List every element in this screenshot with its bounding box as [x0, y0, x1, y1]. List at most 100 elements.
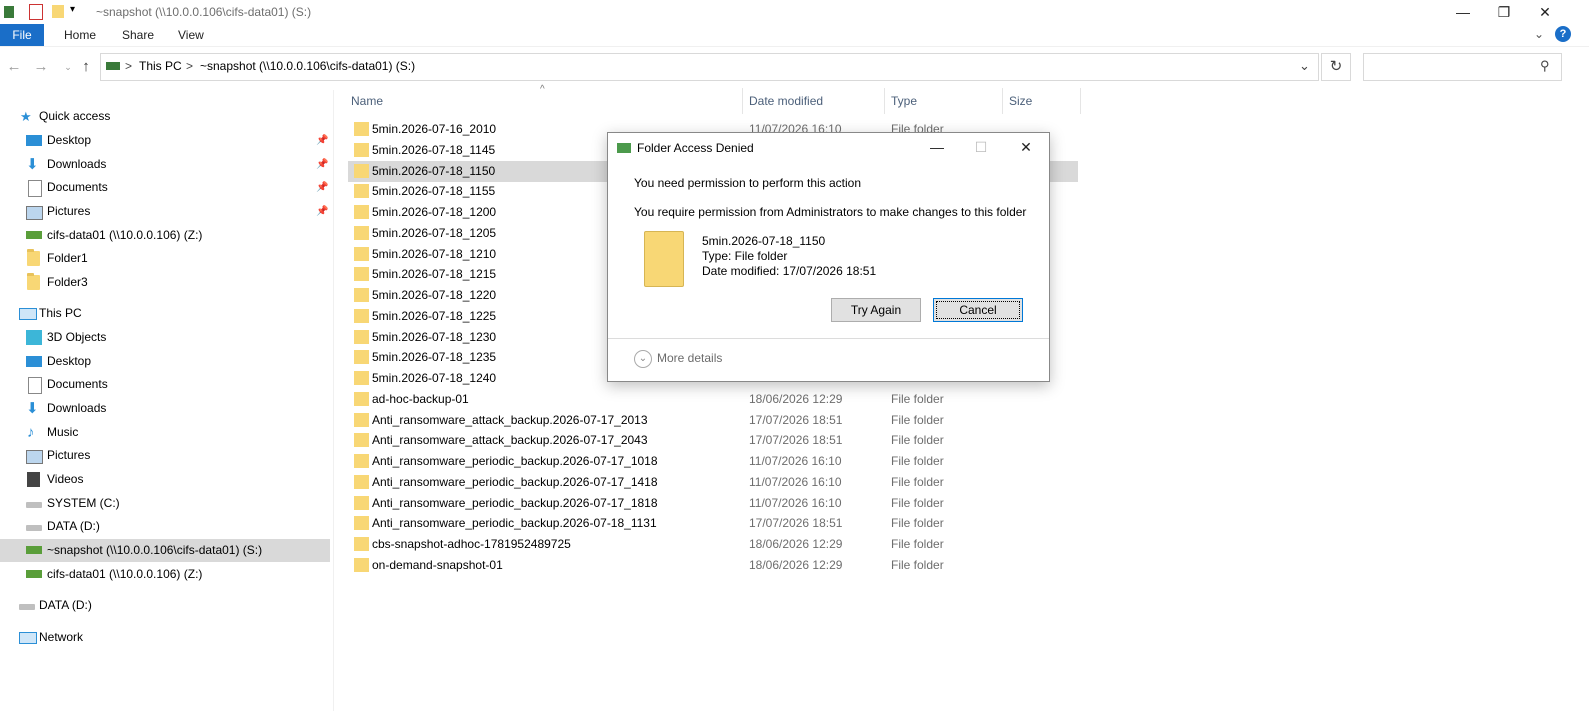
network-drive-icon [26, 546, 42, 554]
sidebar-item-quick-access[interactable]: ★ Quick access [0, 105, 330, 128]
sidebar-item-label: Documents [47, 377, 108, 391]
file-name: 5min.2026-07-18_1235 [372, 350, 497, 364]
file-name: on-demand-snapshot-01 [372, 558, 503, 572]
sidebar-item-data-d-root[interactable]: DATA (D:) [0, 594, 330, 617]
music-icon: ♪ [27, 424, 35, 441]
back-arrow-icon[interactable]: ← [5, 58, 23, 76]
column-header-name[interactable]: Name [351, 94, 383, 110]
network-icon [19, 632, 37, 644]
folder-icon [354, 371, 369, 385]
forward-arrow-icon[interactable]: → [32, 58, 50, 76]
sidebar-item-documents[interactable]: Documents 📌 [0, 176, 330, 199]
sidebar-item-pictures[interactable]: Pictures 📌 [0, 200, 330, 223]
sidebar-item-desktop[interactable]: Desktop [0, 350, 330, 373]
file-name: ad-hoc-backup-01 [372, 392, 469, 406]
folder-icon [354, 226, 369, 240]
sidebar-item-music[interactable]: ♪ Music [0, 421, 330, 444]
new-folder-icon[interactable] [52, 5, 64, 18]
breadcrumb-current[interactable]: ~snapshot (\\10.0.0.106\cifs-data01) (S:… [200, 59, 415, 73]
minimize-button[interactable]: — [1440, 0, 1486, 24]
table-row[interactable]: Anti_ransomware_periodic_backup.2026-07-… [348, 493, 1078, 514]
sidebar-item-snapshot-s[interactable]: ~snapshot (\\10.0.0.106\cifs-data01) (S:… [0, 539, 330, 562]
expand-ribbon-icon[interactable]: ⌄ [1534, 27, 1544, 41]
table-row[interactable]: cbs-snapshot-adhoc-1781952489725 18/06/20… [348, 534, 1078, 555]
properties-icon[interactable] [29, 4, 43, 20]
network-drive-icon [26, 570, 42, 578]
sidebar-item-downloads[interactable]: ⬇ Downloads [0, 397, 330, 420]
sidebar-item-system-c[interactable]: SYSTEM (C:) [0, 492, 330, 515]
tab-view[interactable]: View [166, 24, 216, 46]
tab-file[interactable]: File [0, 24, 44, 46]
table-row[interactable]: Anti_ransomware_attack_backup.2026-07-17… [348, 430, 1078, 451]
column-separator[interactable] [742, 88, 743, 114]
file-name: cbs-snapshot-adhoc-1781952489725 [372, 537, 571, 551]
tab-share[interactable]: Share [110, 24, 166, 46]
restore-button[interactable]: ❐ [1481, 0, 1527, 24]
refresh-button[interactable]: ↻ [1321, 53, 1351, 81]
customize-toolbar-icon[interactable]: ▾ [70, 4, 75, 15]
folder-icon [354, 330, 369, 344]
file-type: File folder [891, 537, 944, 551]
up-arrow-icon[interactable]: ↑ [77, 58, 95, 76]
sidebar-item-downloads[interactable]: ⬇ Downloads 📌 [0, 153, 330, 176]
sidebar-item-folder1[interactable]: Folder1 [0, 247, 330, 270]
pin-icon[interactable]: 📌 [316, 200, 328, 223]
address-bar[interactable]: > This PC > ~snapshot (\\10.0.0.106\cifs… [100, 53, 1319, 81]
table-row[interactable]: Anti_ransomware_periodic_backup.2026-07-… [348, 513, 1078, 534]
close-button[interactable]: ✕ [1522, 0, 1568, 24]
sidebar-item-3d-objects[interactable]: 3D Objects [0, 326, 330, 349]
sidebar-item-label: Downloads [47, 157, 107, 171]
table-row[interactable]: ad-hoc-backup-01 18/06/2026 12:29 File fol… [348, 389, 1078, 410]
sidebar-item-label: cifs-data01 (\\10.0.0.106) (Z:) [47, 567, 203, 581]
table-row[interactable]: Anti_ransomware_attack_backup.2026-07-17… [348, 410, 1078, 431]
pin-icon[interactable]: 📌 [316, 176, 328, 199]
table-row[interactable]: on-demand-snapshot-01 18/06/2026 12:29 Fil… [348, 555, 1078, 576]
tab-home[interactable]: Home [52, 24, 108, 46]
more-details-link[interactable]: More details [657, 351, 722, 365]
sidebar-item-label: DATA (D:) [39, 598, 92, 612]
sidebar-item-cifs-z[interactable]: cifs-data01 (\\10.0.0.106) (Z:) [0, 224, 330, 247]
folder-icon [354, 247, 369, 261]
pin-icon[interactable]: 📌 [316, 129, 328, 152]
item-name: 5min.2026-07-18_1150 [702, 234, 826, 248]
column-header-date[interactable]: Date modified [749, 94, 823, 110]
file-name: 5min.2026-07-18_1200 [372, 205, 497, 219]
breadcrumb-this-pc[interactable]: This PC [139, 59, 182, 73]
sidebar-item-documents[interactable]: Documents [0, 373, 330, 396]
file-date: 17/07/2026 18:51 [749, 413, 843, 427]
dialog-close-button[interactable]: ✕ [1016, 139, 1036, 157]
column-separator[interactable] [884, 88, 885, 114]
folder-icon [354, 433, 369, 447]
file-type: File folder [891, 413, 944, 427]
sidebar-item-folder3[interactable]: Folder3 [0, 271, 330, 294]
recent-locations-icon[interactable]: ⌄ [59, 58, 77, 76]
column-separator[interactable] [1080, 88, 1081, 114]
try-again-button[interactable]: Try Again [831, 298, 921, 322]
sidebar-item-videos[interactable]: Videos [0, 468, 330, 491]
column-header-size[interactable]: Size [1009, 94, 1032, 110]
pin-icon[interactable]: 📌 [316, 153, 328, 176]
sidebar-item-network[interactable]: Network [0, 626, 330, 649]
help-icon[interactable]: ? [1555, 26, 1571, 42]
sidebar-item-data-d[interactable]: DATA (D:) [0, 515, 330, 538]
navigation-pane[interactable]: ★ Quick access Desktop 📌 ⬇ Downloads 📌 D… [0, 90, 334, 711]
sidebar-item-label: Desktop [47, 354, 92, 368]
sidebar-item-pictures[interactable]: Pictures [0, 444, 330, 467]
table-row[interactable]: Anti_ransomware_periodic_backup.2026-07-… [348, 472, 1078, 493]
address-dropdown-icon[interactable]: ⌄ [1299, 58, 1310, 74]
sidebar-item-cifs-z[interactable]: cifs-data01 (\\10.0.0.106) (Z:) [0, 563, 330, 586]
sidebar-item-desktop[interactable]: Desktop 📌 [0, 129, 330, 152]
breadcrumb-separator: > [125, 59, 133, 73]
chevron-down-icon[interactable]: ⌄ [634, 350, 652, 368]
sidebar-item-this-pc[interactable]: This PC [0, 302, 330, 325]
sidebar-item-label: 3D Objects [47, 330, 107, 344]
cancel-button[interactable]: Cancel [933, 298, 1023, 322]
table-row[interactable]: Anti_ransomware_periodic_backup.2026-07-… [348, 451, 1078, 472]
column-separator[interactable] [1002, 88, 1003, 114]
folder-icon [354, 537, 369, 551]
desktop-icon [26, 356, 42, 367]
column-header-type[interactable]: Type [891, 94, 917, 110]
dialog-minimize-button[interactable]: — [927, 139, 947, 157]
search-input[interactable]: ⚲ [1363, 53, 1562, 81]
ribbon-tabs: Home Share View ⌄ ? [0, 24, 1589, 47]
